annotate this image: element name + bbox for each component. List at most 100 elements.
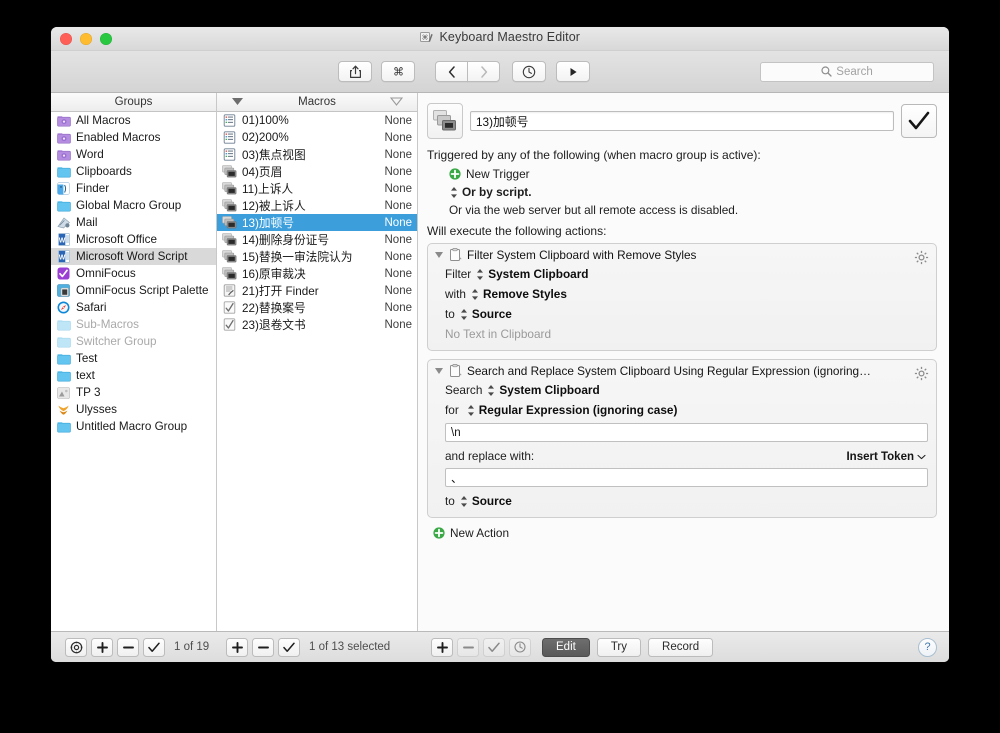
macro-list-item[interactable]: 14)删除身份证号None: [217, 231, 417, 248]
macro-list-item[interactable]: 01)100%None: [217, 112, 417, 129]
action-add-button[interactable]: [431, 638, 453, 657]
action-remove-button[interactable]: [457, 638, 479, 657]
sidebar-item-omnifocus[interactable]: OmniFocus: [51, 265, 216, 282]
stepper-icon[interactable]: [467, 404, 475, 417]
groups-remove-button[interactable]: [117, 638, 139, 657]
macro-list-item[interactable]: 22)替换案号None: [217, 299, 417, 316]
purple-folder-gear-icon: [56, 114, 71, 128]
plus-icon: [437, 642, 448, 653]
macro-enabled-checkbox[interactable]: [901, 104, 937, 138]
new-action-button[interactable]: New Action: [433, 526, 937, 540]
record-button[interactable]: Record: [648, 638, 713, 657]
search-pattern-input[interactable]: \n: [445, 423, 928, 442]
macro-item-label: 04)页眉: [242, 163, 379, 180]
app-proxy-icon[interactable]: ⌘: [420, 32, 433, 46]
sort-descending-icon[interactable]: [231, 97, 244, 109]
group-item-label: Untitled Macro Group: [76, 420, 211, 433]
help-button[interactable]: ?: [918, 638, 937, 657]
keyboard-shortcut-button[interactable]: ⌘: [381, 61, 415, 82]
forward-button[interactable]: [467, 61, 500, 82]
sidebar-item-all-macros[interactable]: All Macros: [51, 112, 216, 129]
sidebar-item-microsoft-office[interactable]: WMicrosoft Office: [51, 231, 216, 248]
sidebar-item-microsoft-word-script[interactable]: WMicrosoft Word Script: [51, 248, 216, 265]
disclosure-triangle-icon[interactable]: [435, 252, 443, 258]
macros-enable-button[interactable]: [278, 638, 300, 657]
sidebar-item-sub-macros[interactable]: Sub-Macros: [51, 316, 216, 333]
action-line[interactable]: Filter System Clipboard: [445, 267, 928, 281]
search-field[interactable]: Search: [760, 62, 934, 82]
sidebar-item-untitled-macro-group[interactable]: Untitled Macro Group: [51, 418, 216, 435]
groups-enable-button[interactable]: [143, 638, 165, 657]
gear-icon[interactable]: [914, 250, 929, 270]
sidebar-item-mail[interactable]: Mail: [51, 214, 216, 231]
sort-ascending-outline-icon[interactable]: [390, 97, 403, 109]
sidebar-item-safari[interactable]: Safari: [51, 299, 216, 316]
macro-list-item[interactable]: 21)打开 FinderNone: [217, 282, 417, 299]
groups-list[interactable]: All MacrosEnabled MacrosWordClipboardsFi…: [51, 112, 216, 631]
macro-list-item[interactable]: 11)上诉人None: [217, 180, 417, 197]
macros-add-button[interactable]: [226, 638, 248, 657]
macro-stack-icon[interactable]: [427, 103, 463, 139]
macro-list-item[interactable]: 04)页眉None: [217, 163, 417, 180]
action-timing-button[interactable]: [509, 638, 531, 657]
macro-list-item[interactable]: 12)被上诉人None: [217, 197, 417, 214]
insert-token-menu[interactable]: Insert Token: [846, 451, 926, 463]
run-button[interactable]: [556, 61, 590, 82]
sidebar-item-test[interactable]: Test: [51, 350, 216, 367]
macro-list-item[interactable]: 02)200%None: [217, 129, 417, 146]
action-line[interactable]: for Regular Expression (ignoring case): [445, 403, 928, 417]
macro-list-item[interactable]: 15)替换一审法院认为None: [217, 248, 417, 265]
action-line[interactable]: to Source: [445, 494, 928, 508]
action-line[interactable]: Search System Clipboard: [445, 383, 928, 397]
sidebar-item-tp-3[interactable]: TP 3: [51, 384, 216, 401]
macros-remove-button[interactable]: [252, 638, 274, 657]
groups-settings-button[interactable]: [65, 638, 87, 657]
minus-icon: [463, 642, 474, 653]
groups-column: Groups All MacrosEnabled MacrosWordClipb…: [51, 93, 217, 631]
macro-list-item[interactable]: 13)加顿号None: [217, 214, 417, 231]
action-line-value: System Clipboard: [499, 383, 599, 397]
back-button[interactable]: [435, 61, 468, 82]
replace-label-row: and replace with: Insert Token: [445, 449, 926, 463]
macro-list-item[interactable]: 03)焦点视图None: [217, 146, 417, 163]
sidebar-item-switcher-group[interactable]: Switcher Group: [51, 333, 216, 350]
share-button[interactable]: [338, 61, 372, 82]
action-line[interactable]: with Remove Styles: [445, 287, 928, 301]
sidebar-item-ulysses[interactable]: Ulysses: [51, 401, 216, 418]
macro-list-item[interactable]: 23)退卷文书None: [217, 316, 417, 333]
sidebar-item-finder[interactable]: Finder: [51, 180, 216, 197]
group-item-label: text: [76, 369, 211, 382]
sidebar-item-global-macro-group[interactable]: Global Macro Group: [51, 197, 216, 214]
stepper-icon[interactable]: [471, 288, 479, 301]
try-button[interactable]: Try: [597, 638, 641, 657]
macros-list[interactable]: 01)100%None02)200%None03)焦点视图None04)页眉No…: [217, 112, 417, 631]
action-line[interactable]: to Source: [445, 307, 928, 321]
macro-list-item[interactable]: 16)原审裁决None: [217, 265, 417, 282]
add-circle-icon: [449, 168, 461, 180]
replace-value-input[interactable]: 、: [445, 468, 928, 487]
or-by-script-row[interactable]: Or by script.: [449, 185, 937, 199]
stepper-icon[interactable]: [460, 495, 468, 508]
stepper-icon[interactable]: [487, 384, 495, 397]
sidebar-item-word[interactable]: Word: [51, 146, 216, 163]
groups-add-button[interactable]: [91, 638, 113, 657]
sidebar-item-clipboards[interactable]: Clipboards: [51, 163, 216, 180]
edit-mode-button[interactable]: Edit: [542, 638, 590, 657]
disclosure-triangle-icon[interactable]: [435, 368, 443, 374]
gear-icon[interactable]: [914, 366, 929, 386]
action-block[interactable]: Filter System Clipboard with Remove Styl…: [427, 243, 937, 351]
macro-item-label: 16)原审裁决: [242, 265, 379, 282]
sidebar-item-text[interactable]: text: [51, 367, 216, 384]
action-block[interactable]: Search and Replace System Clipboard Usin…: [427, 359, 937, 518]
sidebar-item-omnifocus-script-palette[interactable]: OmniFocus Script Palette: [51, 282, 216, 299]
action-enable-button[interactable]: [483, 638, 505, 657]
stepper-icon[interactable]: [460, 308, 468, 321]
sidebar-item-enabled-macros[interactable]: Enabled Macros: [51, 129, 216, 146]
stepper-icon[interactable]: [476, 268, 484, 281]
history-button[interactable]: [512, 61, 546, 82]
new-trigger-button[interactable]: New Trigger: [449, 167, 937, 181]
macro-name-input[interactable]: 13)加顿号: [470, 111, 894, 131]
trigger-heading: Triggered by any of the following (when …: [427, 148, 937, 162]
stack-doc-icon: [222, 250, 237, 264]
replace-value: 、: [451, 470, 463, 486]
